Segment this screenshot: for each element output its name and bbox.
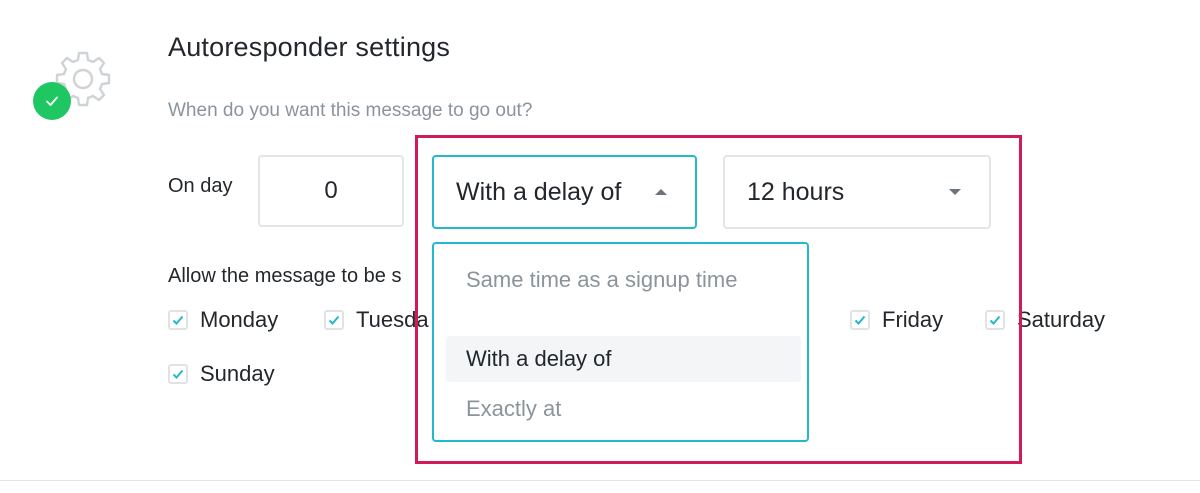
checkbox[interactable] — [850, 310, 870, 330]
delay-hours-value: 12 hours — [747, 177, 845, 206]
delay-hours-select[interactable]: 12 hours — [723, 155, 991, 229]
timing-mode-select[interactable]: With a delay of — [432, 155, 697, 229]
day-monday[interactable]: Monday — [168, 307, 278, 333]
day-sunday[interactable]: Sunday — [168, 361, 275, 387]
timing-mode-dropdown: Same time as a signup time With a delay … — [432, 242, 809, 442]
status-badge — [33, 82, 71, 120]
option-with-delay[interactable]: With a delay of — [446, 336, 801, 382]
on-day-label: On day — [168, 175, 233, 197]
checkbox[interactable] — [168, 310, 188, 330]
checkmark-icon — [328, 315, 340, 325]
checkmark-icon — [172, 369, 184, 379]
caret-up-icon — [655, 189, 667, 195]
section-divider — [0, 480, 1200, 481]
day-friday[interactable]: Friday — [850, 307, 943, 333]
allowed-days-label: Allow the message to be s — [168, 265, 402, 287]
day-label: Sunday — [200, 361, 275, 386]
check-icon — [46, 96, 58, 106]
day-number-input[interactable]: 0 — [258, 155, 404, 227]
checkmark-icon — [989, 315, 1001, 325]
day-label: Friday — [882, 307, 944, 332]
day-number-value: 0 — [324, 177, 338, 204]
day-saturday[interactable]: Saturday — [985, 307, 1105, 333]
day-label: Tuesda — [356, 307, 429, 332]
timing-mode-value: With a delay of — [456, 177, 622, 206]
day-label: Saturday — [1017, 307, 1106, 332]
checkbox[interactable] — [324, 310, 344, 330]
day-label: Monday — [200, 307, 279, 332]
option-exactly-at[interactable]: Exactly at — [446, 395, 801, 423]
page-title: Autoresponder settings — [168, 32, 451, 62]
caret-down-icon — [949, 189, 961, 195]
day-tuesday[interactable]: Tuesda — [324, 307, 429, 333]
checkbox[interactable] — [168, 364, 188, 384]
schedule-question: When do you want this message to go out? — [168, 100, 533, 121]
option-same-time-as-signup[interactable]: Same time as a signup time — [446, 266, 801, 294]
checkbox[interactable] — [985, 310, 1005, 330]
checkmark-icon — [854, 315, 866, 325]
checkmark-icon — [172, 315, 184, 325]
